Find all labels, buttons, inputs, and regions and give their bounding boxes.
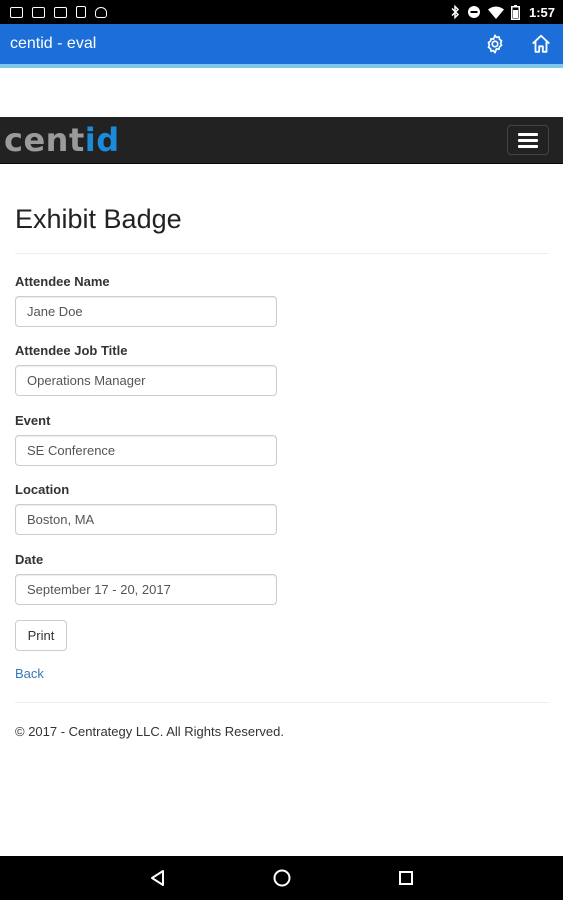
notification-icons <box>10 6 450 18</box>
back-link[interactable]: Back <box>15 666 44 681</box>
message-icon <box>54 6 67 18</box>
page-content: Exhibit Badge Attendee Name Attendee Job… <box>15 165 549 739</box>
wifi-icon <box>487 6 504 19</box>
footer-copyright: © 2017 - Centrategy LLC. All Rights Rese… <box>15 724 284 739</box>
attendee-name-input[interactable] <box>15 296 277 327</box>
attendee-name-label: Attendee Name <box>15 274 110 289</box>
date-input[interactable] <box>15 574 277 605</box>
site-navbar: centid <box>0 117 563 164</box>
menu-toggle-button[interactable] <box>507 125 549 155</box>
divider <box>15 702 549 703</box>
brand-text-accent: id <box>84 121 120 159</box>
status-bar: 1:57 <box>0 0 563 24</box>
brand-text-primary: cent <box>4 121 85 159</box>
settings-button[interactable] <box>483 32 507 56</box>
image-icon <box>10 6 23 18</box>
battery-icon <box>510 4 520 20</box>
attendee-job-title-input[interactable] <box>15 365 277 396</box>
system-navigation-bar <box>0 856 563 900</box>
event-input[interactable] <box>15 435 277 466</box>
android-icon <box>95 6 107 18</box>
date-label: Date <box>15 552 44 567</box>
page-title: Exhibit Badge <box>15 204 182 234</box>
system-recents-button[interactable] <box>391 863 421 893</box>
sim-icon <box>76 6 86 18</box>
settings-icon <box>487 34 503 54</box>
event-label: Event <box>15 413 51 428</box>
bluetooth-icon <box>451 5 460 19</box>
message-icon <box>32 6 45 18</box>
brand-logo[interactable]: centid <box>4 124 507 156</box>
home-circle-icon <box>273 869 290 887</box>
clock: 1:57 <box>528 4 555 20</box>
system-back-button[interactable] <box>143 863 173 893</box>
action-bar-strip <box>0 64 563 68</box>
location-label: Location <box>15 482 70 497</box>
recents-icon <box>398 871 413 885</box>
back-icon <box>150 870 164 886</box>
location-input[interactable] <box>15 504 277 535</box>
app-action-bar: centid - eval <box>0 24 563 64</box>
attendee-job-title-label: Attendee Job Title <box>15 343 128 358</box>
app-title: centid - eval <box>10 35 97 52</box>
home-button[interactable] <box>529 32 553 56</box>
divider <box>15 253 549 254</box>
system-icons: 1:57 <box>450 4 555 20</box>
home-icon <box>532 34 550 53</box>
print-button[interactable]: Print <box>15 620 67 651</box>
hamburger-icon <box>518 132 538 136</box>
do-not-disturb-icon <box>467 6 480 18</box>
system-home-button[interactable] <box>267 863 297 893</box>
